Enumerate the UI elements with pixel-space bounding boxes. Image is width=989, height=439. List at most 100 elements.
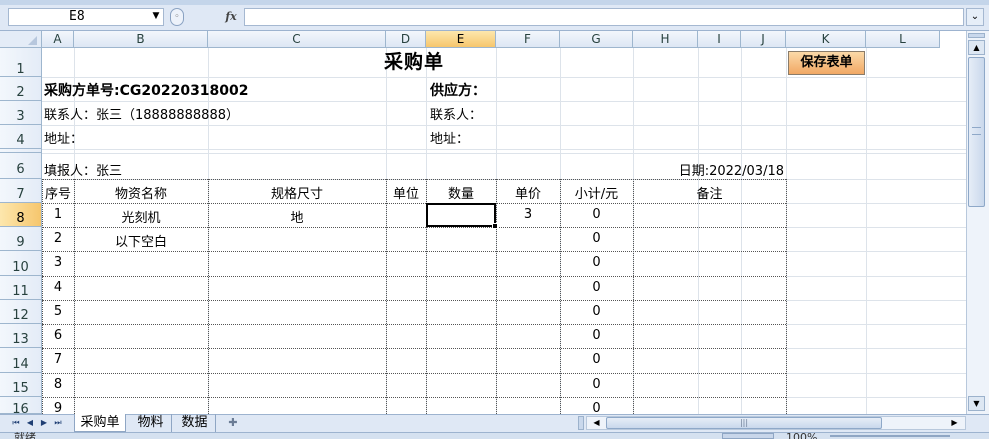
table-border-h — [42, 373, 786, 374]
table-cell-no[interactable]: 4 — [42, 280, 74, 295]
table-header-cell[interactable]: 备注 — [633, 183, 786, 202]
zoom-level[interactable]: 100% — [786, 432, 817, 439]
next-sheet-icon[interactable]: ▶ — [38, 416, 50, 430]
address-right-cell[interactable]: 地址： — [430, 128, 469, 147]
row-header-9[interactable]: 9 — [0, 227, 42, 251]
row-header-5[interactable] — [0, 149, 42, 153]
address-left-cell[interactable]: 地址： — [44, 128, 83, 147]
column-header-k[interactable]: K — [786, 31, 866, 48]
column-header-j[interactable]: J — [741, 31, 786, 48]
scroll-up-icon[interactable]: ▲ — [968, 40, 985, 55]
scroll-right-icon[interactable]: ▶ — [948, 417, 961, 429]
previous-sheet-icon[interactable]: ◀ — [24, 416, 36, 430]
tab-split-box[interactable] — [578, 416, 584, 430]
row-header-11[interactable]: 11 — [0, 276, 42, 300]
column-header-l[interactable]: L — [866, 31, 940, 48]
table-cell-subtotal[interactable]: 0 — [560, 377, 633, 392]
table-header-cell[interactable]: 单价 — [496, 183, 560, 202]
scroll-down-icon[interactable]: ▼ — [968, 396, 985, 411]
insert-function-button[interactable]: fx — [220, 8, 242, 26]
table-cell-subtotal[interactable]: 0 — [560, 255, 633, 270]
gridline-v — [866, 48, 867, 414]
table-border-h — [42, 203, 786, 204]
split-box[interactable] — [968, 33, 985, 38]
table-cell-no[interactable]: 3 — [42, 255, 74, 270]
row-header-6[interactable]: 6 — [0, 153, 42, 179]
table-header-cell[interactable]: 物资名称 — [74, 183, 208, 202]
table-cell-subtotal[interactable]: 0 — [560, 231, 633, 246]
table-cell-no[interactable]: 8 — [42, 377, 74, 392]
column-header-c[interactable]: C — [208, 31, 386, 48]
column-header-g[interactable]: G — [560, 31, 633, 48]
tab-materials[interactable]: 物料 — [130, 414, 172, 432]
row-header-7[interactable]: 7 — [0, 179, 42, 203]
table-cell-no[interactable]: 7 — [42, 352, 74, 367]
insert-sheet-icon[interactable]: ✚ — [220, 414, 246, 432]
expand-formula-bar-button[interactable]: ⌄ — [966, 8, 984, 26]
table-cell-no[interactable]: 6 — [42, 328, 74, 343]
table-header-cell[interactable]: 单位 — [386, 183, 426, 202]
contact-right-cell[interactable]: 联系人： — [430, 104, 482, 123]
name-box[interactable]: E8 — [8, 8, 164, 26]
row-header-4[interactable]: 4 — [0, 125, 42, 149]
first-sheet-icon[interactable]: ⏮ — [10, 416, 22, 430]
table-cell-subtotal[interactable]: 0 — [560, 328, 633, 343]
column-header-i[interactable]: I — [698, 31, 741, 48]
table-header-cell[interactable]: 规格尺寸 — [208, 183, 386, 202]
save-form-button[interactable]: 保存表单 — [788, 51, 865, 75]
fill-handle[interactable] — [492, 223, 498, 229]
row-header-15[interactable]: 15 — [0, 373, 42, 397]
column-header-h[interactable]: H — [633, 31, 698, 48]
table-cell-subtotal[interactable]: 0 — [560, 280, 633, 295]
table-cell-spec[interactable]: 地 — [208, 207, 386, 226]
row-header-1[interactable]: 1 — [0, 48, 42, 77]
formula-input[interactable] — [244, 8, 964, 26]
gridline-h — [786, 348, 966, 349]
table-cell-subtotal[interactable]: 0 — [560, 352, 633, 367]
supplier-cell[interactable]: 供应方： — [430, 80, 486, 100]
row-header-16[interactable]: 16 — [0, 397, 42, 417]
row-header-12[interactable]: 12 — [0, 300, 42, 324]
table-header-cell[interactable]: 序号 — [42, 183, 74, 202]
table-cell-name[interactable]: 以下空白 — [74, 231, 208, 250]
table-header-cell[interactable]: 数量 — [426, 183, 496, 202]
column-header-f[interactable]: F — [496, 31, 560, 48]
row-header-3[interactable]: 3 — [0, 101, 42, 125]
formula-bar-resize-icon[interactable]: ◦ — [170, 8, 184, 26]
row-header-14[interactable]: 14 — [0, 348, 42, 373]
gridline-h — [786, 324, 966, 325]
table-cell-no[interactable]: 2 — [42, 231, 74, 246]
active-cell-E8[interactable] — [426, 203, 496, 227]
table-cell-no[interactable]: 5 — [42, 304, 74, 319]
row-header-2[interactable]: 2 — [0, 77, 42, 101]
table-header-cell[interactable]: 小计/元 — [560, 183, 633, 202]
scroll-left-icon[interactable]: ◀ — [590, 417, 603, 429]
table-border-h — [42, 179, 786, 180]
table-cell-price[interactable]: 3 — [496, 207, 560, 222]
row-header-10[interactable]: 10 — [0, 251, 42, 276]
table-cell-subtotal[interactable]: 0 — [560, 207, 633, 222]
contact-left-cell[interactable]: 联系人：张三（18888888888） — [44, 104, 239, 123]
table-cell-subtotal[interactable]: 0 — [560, 304, 633, 319]
last-sheet-icon[interactable]: ⏭ — [52, 416, 64, 430]
row-header-8[interactable]: 8 — [0, 203, 42, 227]
horizontal-scroll-thumb[interactable]: ||| — [606, 417, 882, 429]
column-header-b[interactable]: B — [74, 31, 208, 48]
order-number-cell[interactable]: 采购方单号:CG20220318002 — [44, 80, 249, 100]
column-header-d[interactable]: D — [386, 31, 426, 48]
view-buttons[interactable] — [722, 433, 774, 439]
column-header-e[interactable]: E — [426, 31, 496, 48]
table-cell-name[interactable]: 光刻机 — [74, 207, 208, 226]
gridline-h — [786, 203, 966, 204]
tab-data[interactable]: 数据 — [174, 414, 216, 432]
row-header-13[interactable]: 13 — [0, 324, 42, 348]
table-cell-no[interactable]: 1 — [42, 207, 74, 222]
sheet-title[interactable]: 采购单 — [42, 48, 786, 77]
table-border-v — [786, 179, 787, 414]
zoom-slider[interactable] — [830, 435, 950, 437]
tab-purchase-order[interactable]: 采购单 — [74, 414, 126, 432]
date-cell[interactable]: 日期:2022/03/18 — [620, 160, 784, 179]
chevron-down-icon[interactable]: ▼ — [150, 10, 162, 22]
column-header-a[interactable]: A — [42, 31, 74, 48]
filler-cell[interactable]: 填报人：张三 — [44, 160, 122, 179]
